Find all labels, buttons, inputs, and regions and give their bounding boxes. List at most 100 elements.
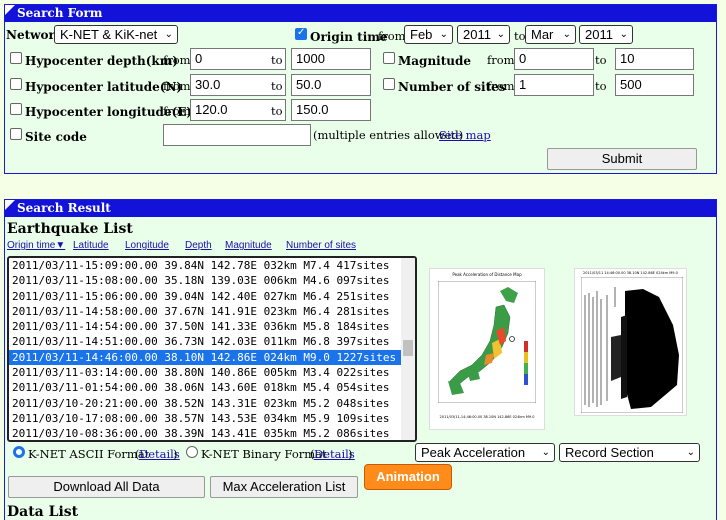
- search-form-title: Search Form: [17, 6, 103, 20]
- latitude-label: Hypocenter latitude(N): [25, 80, 183, 94]
- magnitude-from-label: from: [487, 53, 515, 67]
- latitude-from-label: from: [163, 79, 191, 93]
- sites-to-label: to: [595, 79, 607, 93]
- earthquake-list-item[interactable]: 2011/03/11-14:46:00.00 38.10N 142.86E 02…: [9, 349, 415, 366]
- earthquake-list-title: Earthquake List: [7, 221, 133, 237]
- earthquake-list-item[interactable]: 2011/03/11-14:58:00.00 37.67N 141.91E 02…: [9, 304, 415, 319]
- sites-to-input[interactable]: 500: [615, 74, 694, 96]
- record-section-plot[interactable]: 2011/03/11 14:46:00.00 38.10N 142.86E 02…: [574, 268, 687, 416]
- map-footer: 2011/03/11-14:46:00.00 38.10N 142.86E 02…: [439, 415, 535, 419]
- sites-from-input[interactable]: 1: [514, 74, 594, 96]
- ascii-format-radio[interactable]: [13, 446, 25, 458]
- download-all-button[interactable]: Download All Data: [8, 476, 205, 498]
- latitude-to-input[interactable]: 50.0: [291, 74, 371, 96]
- column-latitude[interactable]: Latitude: [73, 240, 109, 251]
- magnitude-to-label: to: [595, 53, 607, 67]
- corner-arrow-icon: [5, 200, 15, 210]
- chevron-down-icon: ⌄: [686, 447, 695, 458]
- to-year-value: 2011: [585, 27, 613, 42]
- magnitude-to-input[interactable]: 10: [615, 48, 694, 70]
- search-result-header: Search Result: [5, 200, 716, 217]
- site-code-input[interactable]: [163, 124, 311, 146]
- from-year-select[interactable]: 2011 ⌄: [457, 25, 510, 44]
- depth-to-label: to: [271, 53, 283, 67]
- to-year-select[interactable]: 2011 ⌄: [579, 25, 633, 44]
- from-month-select[interactable]: Feb ⌄: [404, 25, 453, 44]
- earthquake-rows: 2011/03/11-15:09:00.00 39.84N 142.78E 03…: [9, 258, 415, 440]
- search-form-panel: Search Form Network K-NET & KiK-net⌄ Ori…: [4, 4, 717, 174]
- depth-label: Hypocenter depth(km): [25, 54, 179, 68]
- magnitude-checkbox[interactable]: [383, 52, 395, 64]
- ascii-details-close: ): [173, 447, 178, 461]
- chevron-down-icon: ⌄: [619, 29, 628, 40]
- column-headers: Origin time▼ Latitude Longitude Depth Ma…: [7, 240, 407, 254]
- record-section-image: [581, 277, 683, 413]
- longitude-to-input[interactable]: 150.0: [291, 99, 371, 121]
- max-acceleration-button[interactable]: Max Acceleration List: [210, 476, 358, 498]
- map-type-value: Peak Acceleration: [421, 445, 526, 460]
- chevron-down-icon: ⌄: [562, 29, 571, 40]
- map-caption: Peak Acceleration of Distance Map: [452, 272, 522, 277]
- section-caption: 2011/03/11 14:46:00.00 38.10N 142.86E 02…: [583, 271, 678, 275]
- binary-format-label: K-NET Binary Format: [201, 447, 327, 461]
- latitude-to-label: to: [271, 79, 283, 93]
- earthquake-list-item[interactable]: 2011/03/11-15:06:00.00 39.04N 142.40E 02…: [9, 289, 415, 304]
- search-result-panel: Search Result Earthquake List Origin tim…: [4, 199, 717, 520]
- binary-details-close: ): [348, 447, 353, 461]
- latitude-checkbox[interactable]: [10, 78, 22, 90]
- origin-time-checkbox[interactable]: [295, 27, 307, 40]
- data-list-title: Data List: [7, 504, 79, 520]
- earthquake-list-item[interactable]: 2011/03/11-14:54:00.00 37.50N 141.33E 03…: [9, 319, 415, 334]
- column-number-of-sites[interactable]: Number of sites: [286, 240, 356, 251]
- sites-checkbox[interactable]: [383, 78, 395, 90]
- sites-from-label: from: [487, 79, 515, 93]
- search-form-header: Search Form: [5, 5, 716, 22]
- animation-button[interactable]: Animation: [364, 464, 452, 490]
- longitude-from-label: from: [163, 104, 191, 118]
- site-code-label: Site code: [25, 130, 87, 144]
- earthquake-list-item[interactable]: 2011/03/11-15:08:00.00 35.18N 139.03E 00…: [9, 273, 415, 288]
- depth-checkbox[interactable]: [10, 52, 22, 64]
- earthquake-list-item[interactable]: 2011/03/11-01:54:00.00 38.06N 143.60E 01…: [9, 380, 415, 395]
- site-map-link[interactable]: Site map: [439, 128, 491, 142]
- peak-acceleration-map[interactable]: Peak Acceleration of Distance Map 2011/0…: [429, 268, 545, 430]
- section-type-select[interactable]: Record Section ⌄: [559, 443, 700, 462]
- earthquake-list-item[interactable]: 2011/03/10-08:36:00.00 38.39N 143.41E 03…: [9, 426, 415, 440]
- network-select[interactable]: K-NET & KiK-net ⌄: [54, 25, 178, 44]
- site-code-checkbox[interactable]: [10, 128, 22, 140]
- chevron-down-icon: ⌄: [164, 29, 173, 40]
- column-longitude[interactable]: Longitude: [125, 240, 169, 251]
- to-month-select[interactable]: Mar ⌄: [525, 25, 576, 44]
- origin-time-to-label: to: [514, 29, 526, 43]
- column-depth[interactable]: Depth: [185, 240, 212, 251]
- search-result-title: Search Result: [17, 201, 111, 215]
- longitude-checkbox[interactable]: [10, 103, 22, 115]
- earthquake-list-item[interactable]: 2011/03/10-20:21:00.00 38.52N 143.31E 02…: [9, 396, 415, 411]
- origin-time-from-label: from: [378, 29, 406, 43]
- earthquake-list-item[interactable]: 2011/03/11-15:09:00.00 39.84N 142.78E 03…: [9, 258, 415, 273]
- from-month-value: Feb: [410, 27, 433, 42]
- earthquake-list-item[interactable]: 2011/03/11-14:51:00.00 36.73N 142.03E 01…: [9, 334, 415, 349]
- network-value: K-NET & KiK-net: [60, 27, 158, 42]
- magnitude-from-input[interactable]: 0: [514, 48, 594, 70]
- from-year-value: 2011: [463, 27, 491, 42]
- earthquake-listbox[interactable]: 2011/03/11-15:09:00.00 39.84N 142.78E 03…: [7, 256, 417, 442]
- earthquake-list-item[interactable]: 2011/03/10-17:08:00.00 38.57N 143.53E 03…: [9, 411, 415, 426]
- depth-from-label: from: [163, 53, 191, 67]
- origin-time-label: Origin time: [310, 30, 388, 44]
- column-magnitude[interactable]: Magnitude: [225, 240, 272, 251]
- earthquake-list-item[interactable]: 2011/03/11-03:14:00.00 38.80N 140.86E 00…: [9, 365, 415, 380]
- longitude-to-label: to: [271, 104, 283, 118]
- scrollbar-thumb[interactable]: [403, 340, 413, 356]
- binary-format-radio[interactable]: [186, 446, 198, 458]
- section-type-value: Record Section: [565, 445, 654, 460]
- depth-to-input[interactable]: 1000: [291, 48, 371, 70]
- chevron-down-icon: ⌄: [496, 29, 505, 40]
- submit-button[interactable]: Submit: [547, 148, 697, 170]
- column-origin-time[interactable]: Origin time▼: [7, 240, 65, 251]
- map-type-select[interactable]: Peak Acceleration ⌄: [415, 443, 555, 462]
- chevron-down-icon: ⌄: [541, 447, 550, 458]
- chevron-down-icon: ⌄: [439, 29, 448, 40]
- japan-map-image: [438, 281, 536, 403]
- list-scrollbar[interactable]: [401, 258, 415, 440]
